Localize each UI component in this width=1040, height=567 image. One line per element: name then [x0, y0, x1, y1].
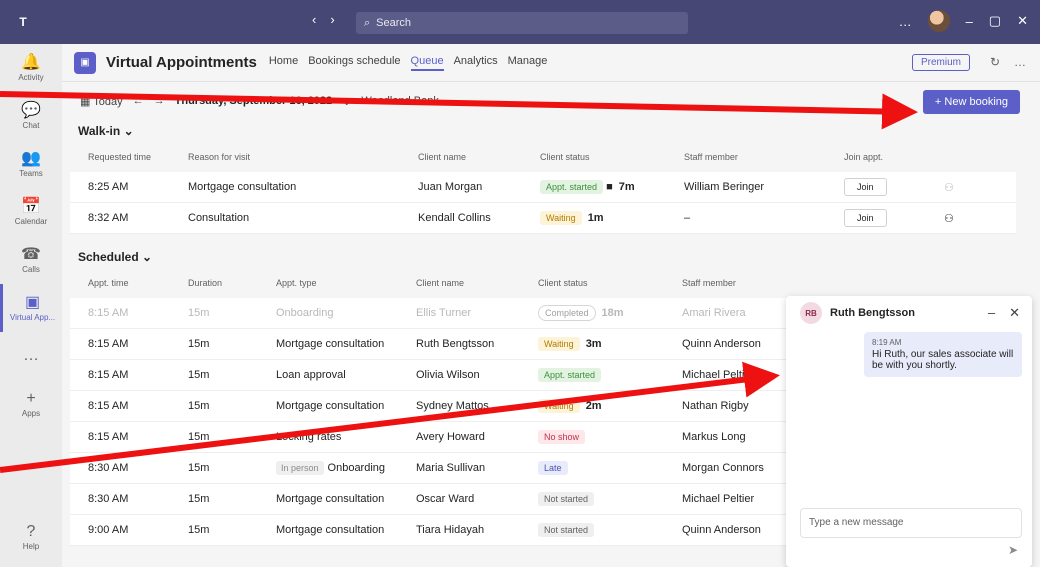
join-button[interactable]: Join: [844, 178, 887, 196]
location-picker[interactable]: Woodland Bank: [361, 95, 438, 107]
table-header: Requested time Reason for visit Client n…: [88, 152, 884, 162]
bell-icon: 🔔: [21, 53, 41, 71]
rail-item-teams[interactable]: 👥 Teams: [0, 140, 62, 188]
scheduled-section-title[interactable]: Scheduled ⌄: [62, 246, 1040, 268]
next-day-icon[interactable]: →: [154, 95, 165, 107]
rail-item-help[interactable]: ? Help: [0, 513, 62, 561]
minimize-icon[interactable]: –: [988, 305, 995, 321]
refresh-icon[interactable]: ↻: [990, 55, 1000, 69]
table-header: Appt. time Duration Appt. type Client na…: [88, 278, 736, 288]
message-input[interactable]: Type a new message: [800, 508, 1022, 538]
status-badge: Appt. started: [540, 180, 604, 194]
more-options-icon[interactable]: …: [1014, 55, 1026, 69]
status-badge: Appt. started: [538, 368, 602, 382]
send-icon[interactable]: ➤: [1008, 543, 1018, 557]
avatar: RB: [800, 302, 822, 324]
tab-bookings-schedule[interactable]: Bookings schedule: [308, 55, 400, 71]
help-icon: ?: [26, 522, 36, 540]
date-toolbar: ▦ Today ← → Thursday, September 16, 2022…: [62, 82, 1040, 120]
close-icon[interactable]: ✕: [1017, 13, 1028, 29]
assign-staff-icon[interactable]: ⚇: [944, 212, 1034, 225]
rail-item-apps[interactable]: + Apps: [0, 380, 62, 428]
phone-icon: ☎: [21, 245, 41, 263]
tab-analytics[interactable]: Analytics: [454, 55, 498, 71]
window-controls: … – ▢ ✕: [899, 10, 1028, 32]
assign-staff-icon[interactable]: ⚇: [944, 181, 1034, 194]
in-person-tag: In person: [276, 461, 324, 475]
back-arrow-icon[interactable]: ‹: [312, 12, 316, 27]
avatar[interactable]: [927, 10, 950, 32]
header-icons: ↻ …: [990, 55, 1026, 69]
chat-panel: RB Ruth Bengtsson – ✕ 8:19 AM Hi Ruth, o…: [786, 296, 1032, 567]
today-button[interactable]: ▦ Today: [80, 95, 123, 108]
status-badge: Waiting: [538, 337, 580, 351]
status-badge: No show: [538, 430, 586, 444]
rail-item-virtual-appointments[interactable]: ▣ Virtual App...: [0, 284, 62, 332]
minimize-icon[interactable]: –: [966, 14, 973, 29]
rail-item-activity[interactable]: 🔔 Activity: [0, 44, 62, 92]
history-nav: ‹ ›: [312, 12, 335, 27]
more-icon: …: [23, 347, 39, 364]
walkin-table: Requested time Reason for visit Client n…: [70, 142, 1016, 234]
premium-badge[interactable]: Premium: [911, 54, 970, 71]
calendar-icon: 📅: [21, 197, 41, 215]
join-button[interactable]: Join: [844, 209, 887, 227]
close-icon[interactable]: ✕: [1009, 305, 1020, 321]
chevron-down-icon[interactable]: ⌄: [342, 95, 351, 108]
rail-item-more[interactable]: …: [0, 332, 62, 380]
calendar-icon: ▦: [80, 95, 94, 108]
walkin-section-title[interactable]: Walk-in ⌄: [62, 120, 1040, 142]
status-badge: Waiting: [540, 211, 582, 225]
plus-icon: +: [26, 389, 36, 407]
date-picker[interactable]: Thursday, September 16, 2022: [175, 95, 333, 107]
rail-item-calendar[interactable]: 📅 Calendar: [0, 188, 62, 236]
tab-manage[interactable]: Manage: [508, 55, 548, 71]
status-badge: Not started: [538, 523, 595, 537]
table-row[interactable]: 8:25 AM Mortgage consultation Juan Morga…: [70, 172, 1016, 203]
app-rail: 🔔 Activity 💬 Chat 👥 Teams 📅 Calendar ☎ Calls …: [0, 44, 62, 567]
teams-icon: 👥: [21, 149, 41, 167]
message-text: Hi Ruth, our sales associate will be wit…: [872, 349, 1014, 371]
search-icon: ⌕: [364, 16, 371, 29]
status-badge: Late: [538, 461, 568, 475]
app-header: ▣ Virtual Appointments Home Bookings sch…: [62, 44, 1040, 82]
status-badge: Waiting: [538, 399, 580, 413]
app-title: Virtual Appointments: [106, 54, 257, 71]
new-booking-button[interactable]: + New booking: [922, 90, 1020, 114]
forward-arrow-icon[interactable]: ›: [330, 12, 334, 27]
chat-controls: – ✕: [988, 305, 1020, 321]
app-tabs: Home Bookings schedule Queue Analytics M…: [269, 55, 548, 71]
tab-queue[interactable]: Queue: [410, 55, 444, 71]
teams-logo-icon: T: [19, 15, 27, 29]
chevron-down-icon: ⌄: [123, 124, 134, 138]
status-badge: Completed: [538, 305, 596, 321]
rail-item-chat[interactable]: 💬 Chat: [0, 92, 62, 140]
previous-day-icon[interactable]: ←: [133, 95, 144, 107]
chat-icon: 💬: [21, 101, 41, 119]
virtual-appointments-icon: ▣: [24, 293, 41, 311]
search-input[interactable]: ⌕ Search: [356, 12, 688, 34]
search-placeholder: Search: [376, 17, 412, 29]
rail-item-calls[interactable]: ☎ Calls: [0, 236, 62, 284]
message-time: 8:19 AM: [872, 338, 902, 347]
chat-contact-name: Ruth Bengtsson: [830, 307, 915, 319]
chevron-down-icon: ⌄: [142, 250, 153, 264]
table-row[interactable]: 8:32 AM Consultation Kendall Collins Wai…: [70, 203, 1016, 234]
status-badge: Not started: [538, 492, 595, 506]
more-options-icon[interactable]: …: [899, 14, 912, 29]
virtual-appointments-app-icon: ▣: [74, 51, 96, 74]
chat-message: 8:19 AM Hi Ruth, our sales associate wil…: [864, 332, 1022, 377]
tab-home[interactable]: Home: [269, 55, 298, 71]
video-icon: ■: [603, 181, 613, 193]
maximize-icon[interactable]: ▢: [989, 13, 1001, 29]
title-bar: T ‹ › ⌕ Search … – ▢ ✕: [0, 0, 1040, 44]
